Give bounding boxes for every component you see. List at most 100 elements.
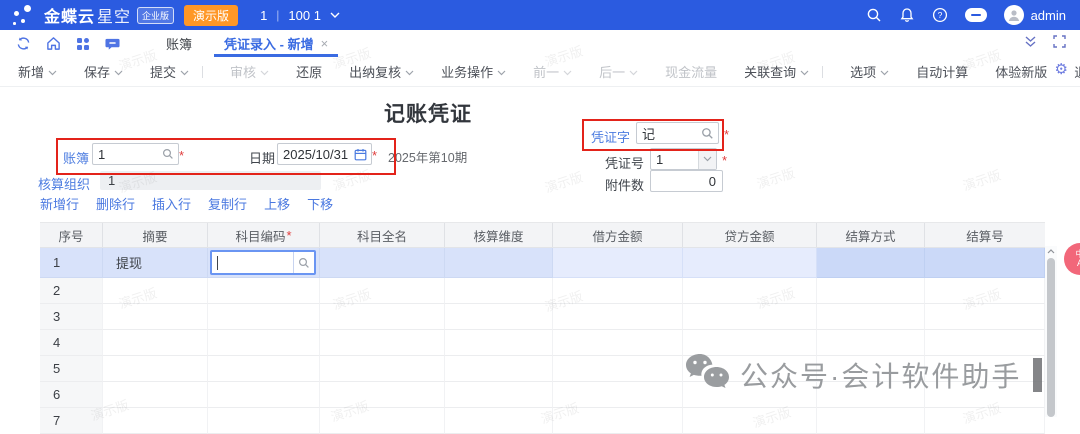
grid-cell[interactable]: [925, 382, 1045, 408]
grid-cell[interactable]: [103, 330, 208, 356]
grid-cell[interactable]: [445, 330, 553, 356]
grid-cell[interactable]: [817, 356, 925, 382]
grid-cell[interactable]: [445, 408, 553, 434]
attachments-input[interactable]: 0: [650, 170, 723, 192]
grid-cell[interactable]: [925, 356, 1045, 382]
grid-cell[interactable]: [817, 382, 925, 408]
grid-cell[interactable]: [320, 304, 445, 330]
grid-cell[interactable]: [817, 248, 925, 278]
row-action-link[interactable]: 新增行: [40, 194, 79, 213]
grid-cell[interactable]: [208, 408, 320, 434]
grid-cell[interactable]: [208, 304, 320, 330]
voucher-word-input[interactable]: 记: [636, 122, 719, 144]
grid-cell[interactable]: [553, 248, 683, 278]
grid-cell[interactable]: [817, 278, 925, 304]
grid-cell[interactable]: [817, 408, 925, 434]
row-action-link[interactable]: 插入行: [152, 194, 191, 213]
grid-cell[interactable]: [208, 356, 320, 382]
tab-0[interactable]: 账簿: [150, 30, 208, 57]
row-action-link[interactable]: 上移: [264, 194, 290, 213]
org-switcher[interactable]: 1 | 100 1: [260, 8, 340, 23]
row-number[interactable]: 4: [40, 330, 103, 356]
grid-cell[interactable]: [683, 356, 817, 382]
lookup-icon[interactable]: [162, 148, 174, 160]
grid-cell[interactable]: [925, 408, 1045, 434]
grid-cell[interactable]: [320, 356, 445, 382]
vertical-scrollbar[interactable]: [1045, 246, 1057, 417]
toolbar-button[interactable]: 提交: [150, 62, 189, 81]
grid-cell[interactable]: [320, 382, 445, 408]
toolbar-button[interactable]: 关联查询: [744, 62, 809, 81]
row-action-link[interactable]: 复制行: [208, 194, 247, 213]
book-input[interactable]: 1: [92, 143, 179, 165]
grid-cell[interactable]: [103, 278, 208, 304]
toolbar-button[interactable]: 自动计算: [916, 62, 968, 81]
grid-cell[interactable]: [320, 248, 445, 278]
row-number[interactable]: 3: [40, 304, 103, 330]
message-icon[interactable]: [105, 36, 120, 51]
grid-cell[interactable]: [817, 330, 925, 356]
grid-cell[interactable]: [103, 356, 208, 382]
grid-cell[interactable]: [320, 408, 445, 434]
help-icon[interactable]: ?: [932, 7, 948, 23]
grid-cell[interactable]: [103, 382, 208, 408]
apps-grid-icon[interactable]: [76, 37, 90, 51]
collapse-tabs-icon[interactable]: [1024, 35, 1037, 53]
scroll-up-arrow[interactable]: [1045, 246, 1057, 257]
row-number[interactable]: 6: [40, 382, 103, 408]
grid-cell[interactable]: [683, 330, 817, 356]
sync-icon[interactable]: [16, 36, 31, 51]
summary-cell[interactable]: 提现: [103, 248, 208, 278]
grid-cell[interactable]: [320, 330, 445, 356]
grid-cell[interactable]: [683, 248, 817, 278]
toolbar-button[interactable]: 还原: [296, 62, 322, 81]
row-number[interactable]: 5: [40, 356, 103, 382]
grid-cell[interactable]: [445, 356, 553, 382]
status-toggle-icon[interactable]: [965, 8, 987, 22]
grid-cell[interactable]: [553, 304, 683, 330]
grid-cell[interactable]: [103, 304, 208, 330]
grid-cell[interactable]: [208, 278, 320, 304]
grid-cell[interactable]: [208, 382, 320, 408]
grid-cell[interactable]: [445, 304, 553, 330]
grid-cell[interactable]: [320, 278, 445, 304]
voucher-no-input[interactable]: 1: [650, 148, 717, 170]
row-action-link[interactable]: 删除行: [96, 194, 135, 213]
home-icon[interactable]: [46, 36, 61, 51]
gear-icon[interactable]: ⚙: [1055, 62, 1068, 77]
account-lookup-button[interactable]: [293, 252, 314, 273]
toolbar-button[interactable]: 保存: [84, 62, 123, 81]
close-icon[interactable]: ×: [321, 36, 329, 51]
grid-cell[interactable]: [683, 278, 817, 304]
toolbar-button[interactable]: 出纳复核: [349, 62, 414, 81]
row-number[interactable]: 7: [40, 408, 103, 434]
date-input[interactable]: 2025/10/31: [277, 143, 372, 165]
grid-cell[interactable]: [817, 304, 925, 330]
toolbar-button[interactable]: 选项: [850, 62, 889, 81]
grid-cell[interactable]: [683, 382, 817, 408]
lookup-icon[interactable]: [701, 127, 714, 140]
row-number[interactable]: 1: [40, 248, 103, 278]
avatar[interactable]: [1004, 5, 1024, 25]
toolbar-button[interactable]: 新增: [18, 62, 57, 81]
grid-cell[interactable]: [553, 382, 683, 408]
grid-cell[interactable]: [208, 330, 320, 356]
grid-cell[interactable]: [553, 356, 683, 382]
toolbar-button[interactable]: 业务操作: [441, 62, 506, 81]
grid-cell[interactable]: [553, 278, 683, 304]
grid-cell[interactable]: [553, 330, 683, 356]
grid-cell[interactable]: [925, 278, 1045, 304]
toolbar-button[interactable]: 体验新版: [995, 62, 1047, 81]
notification-bell-icon[interactable]: [899, 7, 915, 23]
calendar-icon[interactable]: [354, 148, 367, 161]
grid-cell[interactable]: [925, 304, 1045, 330]
grid-cell[interactable]: [445, 248, 553, 278]
grid-cell[interactable]: [925, 248, 1045, 278]
row-number[interactable]: 2: [40, 278, 103, 304]
scrollbar-thumb[interactable]: [1047, 258, 1055, 417]
grid-cell[interactable]: [553, 408, 683, 434]
translate-fab[interactable]: 中 A: [1064, 243, 1080, 275]
grid-cell[interactable]: [683, 304, 817, 330]
grid-cell[interactable]: [103, 408, 208, 434]
search-icon[interactable]: [866, 7, 882, 23]
